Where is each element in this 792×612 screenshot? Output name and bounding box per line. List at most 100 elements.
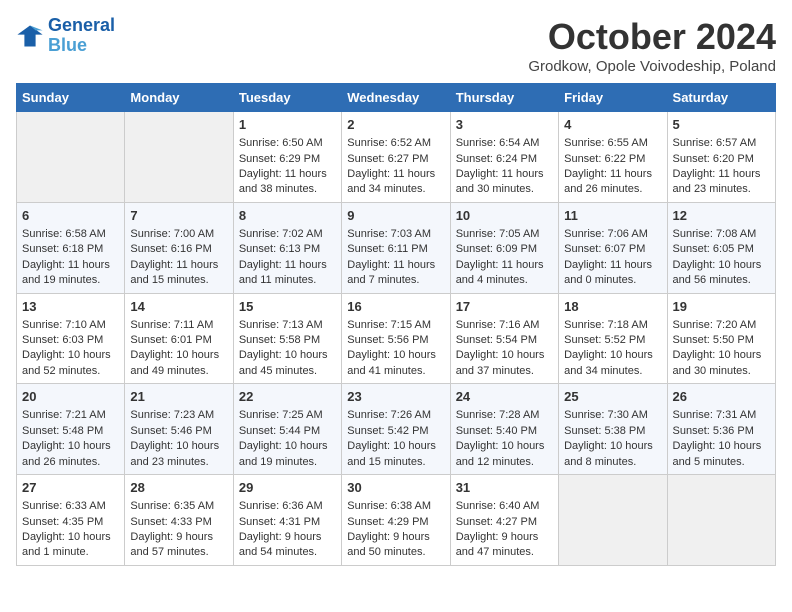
day-info: Sunrise: 7:31 AMSunset: 5:36 PMDaylight:… bbox=[673, 409, 762, 467]
day-info: Sunrise: 7:05 AMSunset: 6:09 PMDaylight:… bbox=[456, 228, 544, 286]
calendar-cell: 13 Sunrise: 7:10 AMSunset: 6:03 PMDayligh… bbox=[17, 293, 125, 384]
calendar-table: SundayMondayTuesdayWednesdayThursdayFrid… bbox=[16, 83, 776, 566]
day-info: Sunrise: 7:03 AMSunset: 6:11 PMDaylight:… bbox=[347, 228, 435, 286]
day-number: 21 bbox=[130, 388, 227, 406]
day-info: Sunrise: 7:30 AMSunset: 5:38 PMDaylight:… bbox=[564, 409, 653, 467]
day-number: 6 bbox=[22, 207, 119, 225]
day-number: 7 bbox=[130, 207, 227, 225]
day-info: Sunrise: 7:18 AMSunset: 5:52 PMDaylight:… bbox=[564, 319, 653, 377]
day-info: Sunrise: 7:25 AMSunset: 5:44 PMDaylight:… bbox=[239, 409, 328, 467]
day-info: Sunrise: 7:06 AMSunset: 6:07 PMDaylight:… bbox=[564, 228, 652, 286]
calendar-cell: 20Sunrise: 7:21 AMSunset: 5:48 PMDayligh… bbox=[17, 384, 125, 475]
day-number: 8 bbox=[239, 207, 336, 225]
calendar-cell: 30 Sunrise: 6:38 AMSunset: 4:29 PMDayligh… bbox=[342, 475, 450, 566]
day-number: 16 bbox=[347, 298, 444, 316]
day-number: 2 bbox=[347, 116, 444, 134]
day-number: 25 bbox=[564, 388, 661, 406]
day-number: 18 bbox=[564, 298, 661, 316]
calendar-cell: 28 Sunrise: 6:35 AMSunset: 4:33 PMDayligh… bbox=[125, 475, 233, 566]
day-info: Sunrise: 7:15 AMSunset: 5:56 PMDaylight:… bbox=[347, 319, 436, 377]
calendar-cell: 2 Sunrise: 6:52 AMSunset: 6:27 PMDaylight… bbox=[342, 112, 450, 203]
day-number: 1 bbox=[239, 116, 336, 134]
calendar-cell: 15 Sunrise: 7:13 AMSunset: 5:58 PMDayligh… bbox=[233, 293, 341, 384]
title-block: October 2024 Grodkow, Opole Voivodeship,… bbox=[528, 16, 776, 75]
calendar-cell: 10 Sunrise: 7:05 AMSunset: 6:09 PMDayligh… bbox=[450, 202, 558, 293]
month-title: October 2024 bbox=[528, 16, 776, 58]
day-info: Sunrise: 7:02 AMSunset: 6:13 PMDaylight:… bbox=[239, 228, 327, 286]
calendar-cell: 19 Sunrise: 7:20 AMSunset: 5:50 PMDayligh… bbox=[667, 293, 775, 384]
calendar-cell: 26 Sunrise: 7:31 AMSunset: 5:36 PMDayligh… bbox=[667, 384, 775, 475]
day-info: Sunrise: 7:28 AMSunset: 5:40 PMDaylight:… bbox=[456, 409, 545, 467]
day-info: Sunrise: 6:35 AMSunset: 4:33 PMDaylight:… bbox=[130, 500, 214, 558]
day-info: Sunrise: 6:33 AMSunset: 4:35 PMDaylight:… bbox=[22, 500, 111, 558]
weekday-header-saturday: Saturday bbox=[667, 84, 775, 112]
day-info: Sunrise: 6:40 AMSunset: 4:27 PMDaylight:… bbox=[456, 500, 540, 558]
weekday-header-wednesday: Wednesday bbox=[342, 84, 450, 112]
day-info: Sunrise: 7:26 AMSunset: 5:42 PMDaylight:… bbox=[347, 409, 436, 467]
day-number: 27 bbox=[22, 479, 119, 497]
calendar-cell: 8 Sunrise: 7:02 AMSunset: 6:13 PMDaylight… bbox=[233, 202, 341, 293]
day-number: 11 bbox=[564, 207, 661, 225]
calendar-cell: 25 Sunrise: 7:30 AMSunset: 5:38 PMDayligh… bbox=[559, 384, 667, 475]
calendar-cell: 9 Sunrise: 7:03 AMSunset: 6:11 PMDaylight… bbox=[342, 202, 450, 293]
day-info: Sunrise: 6:54 AMSunset: 6:24 PMDaylight:… bbox=[456, 137, 544, 195]
calendar-week-2: 6Sunrise: 6:58 AMSunset: 6:18 PMDaylight… bbox=[17, 202, 776, 293]
weekday-header-tuesday: Tuesday bbox=[233, 84, 341, 112]
calendar-cell bbox=[667, 475, 775, 566]
day-info: Sunrise: 7:13 AMSunset: 5:58 PMDaylight:… bbox=[239, 319, 328, 377]
day-number: 23 bbox=[347, 388, 444, 406]
day-number: 29 bbox=[239, 479, 336, 497]
calendar-cell: 11 Sunrise: 7:06 AMSunset: 6:07 PMDayligh… bbox=[559, 202, 667, 293]
calendar-cell: 21 Sunrise: 7:23 AMSunset: 5:46 PMDayligh… bbox=[125, 384, 233, 475]
day-info: Sunrise: 6:52 AMSunset: 6:27 PMDaylight:… bbox=[347, 137, 435, 195]
calendar-cell: 17 Sunrise: 7:16 AMSunset: 5:54 PMDayligh… bbox=[450, 293, 558, 384]
day-info: Sunrise: 7:00 AMSunset: 6:16 PMDaylight:… bbox=[130, 228, 218, 286]
calendar-cell: 29 Sunrise: 6:36 AMSunset: 4:31 PMDayligh… bbox=[233, 475, 341, 566]
day-number: 5 bbox=[673, 116, 770, 134]
day-info: Sunrise: 6:36 AMSunset: 4:31 PMDaylight:… bbox=[239, 500, 323, 558]
logo-icon bbox=[16, 22, 44, 50]
calendar-week-3: 13 Sunrise: 7:10 AMSunset: 6:03 PMDayligh… bbox=[17, 293, 776, 384]
day-number: 13 bbox=[22, 298, 119, 316]
calendar-cell: 18 Sunrise: 7:18 AMSunset: 5:52 PMDayligh… bbox=[559, 293, 667, 384]
day-number: 26 bbox=[673, 388, 770, 406]
day-number: 22 bbox=[239, 388, 336, 406]
weekday-header-friday: Friday bbox=[559, 84, 667, 112]
day-info: Sunrise: 7:23 AMSunset: 5:46 PMDaylight:… bbox=[130, 409, 219, 467]
day-number: 10 bbox=[456, 207, 553, 225]
day-info: Sunrise: 7:21 AMSunset: 5:48 PMDaylight:… bbox=[22, 409, 111, 467]
calendar-cell: 27 Sunrise: 6:33 AMSunset: 4:35 PMDayligh… bbox=[17, 475, 125, 566]
logo: GeneralBlue bbox=[16, 16, 115, 56]
day-number: 12 bbox=[673, 207, 770, 225]
calendar-week-4: 20Sunrise: 7:21 AMSunset: 5:48 PMDayligh… bbox=[17, 384, 776, 475]
calendar-cell bbox=[17, 112, 125, 203]
day-info: Sunrise: 6:55 AMSunset: 6:22 PMDaylight:… bbox=[564, 137, 652, 195]
day-number: 30 bbox=[347, 479, 444, 497]
day-info: Sunrise: 6:57 AMSunset: 6:20 PMDaylight:… bbox=[673, 137, 761, 195]
day-info: Sunrise: 7:20 AMSunset: 5:50 PMDaylight:… bbox=[673, 319, 762, 377]
page-header: GeneralBlue October 2024 Grodkow, Opole … bbox=[16, 16, 776, 75]
calendar-cell: 3 Sunrise: 6:54 AMSunset: 6:24 PMDaylight… bbox=[450, 112, 558, 203]
calendar-cell: 23 Sunrise: 7:26 AMSunset: 5:42 PMDayligh… bbox=[342, 384, 450, 475]
day-number: 19 bbox=[673, 298, 770, 316]
day-info: Sunrise: 7:10 AMSunset: 6:03 PMDaylight:… bbox=[22, 319, 111, 377]
calendar-cell: 7 Sunrise: 7:00 AMSunset: 6:16 PMDaylight… bbox=[125, 202, 233, 293]
day-info: Sunrise: 6:50 AMSunset: 6:29 PMDaylight:… bbox=[239, 137, 327, 195]
day-number: 9 bbox=[347, 207, 444, 225]
calendar-week-5: 27 Sunrise: 6:33 AMSunset: 4:35 PMDayligh… bbox=[17, 475, 776, 566]
day-number: 31 bbox=[456, 479, 553, 497]
day-number: 28 bbox=[130, 479, 227, 497]
logo-text: GeneralBlue bbox=[48, 16, 115, 56]
calendar-cell: 4Sunrise: 6:55 AMSunset: 6:22 PMDaylight… bbox=[559, 112, 667, 203]
day-number: 14 bbox=[130, 298, 227, 316]
day-info: Sunrise: 6:38 AMSunset: 4:29 PMDaylight:… bbox=[347, 500, 431, 558]
day-number: 15 bbox=[239, 298, 336, 316]
calendar-cell: 5 Sunrise: 6:57 AMSunset: 6:20 PMDaylight… bbox=[667, 112, 775, 203]
day-number: 3 bbox=[456, 116, 553, 134]
calendar-cell: 22 Sunrise: 7:25 AMSunset: 5:44 PMDayligh… bbox=[233, 384, 341, 475]
day-info: Sunrise: 7:11 AMSunset: 6:01 PMDaylight:… bbox=[130, 319, 219, 377]
weekday-header-monday: Monday bbox=[125, 84, 233, 112]
day-info: Sunrise: 7:16 AMSunset: 5:54 PMDaylight:… bbox=[456, 319, 545, 377]
calendar-cell: 6Sunrise: 6:58 AMSunset: 6:18 PMDaylight… bbox=[17, 202, 125, 293]
day-number: 17 bbox=[456, 298, 553, 316]
